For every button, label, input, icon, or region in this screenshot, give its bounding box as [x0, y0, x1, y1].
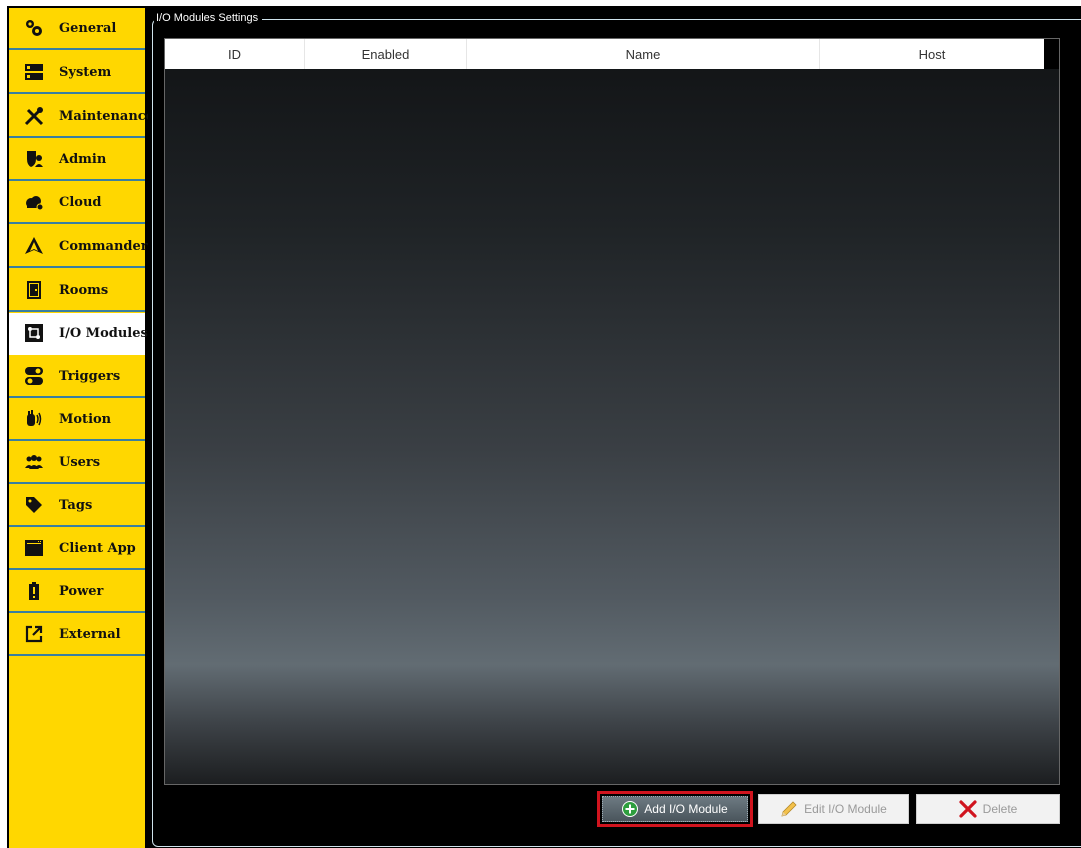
group-title: I/O Modules Settings	[154, 11, 263, 27]
column-header-name[interactable]: Name	[467, 39, 820, 69]
sidebar-item-label: Tags	[59, 497, 93, 513]
io-modules-table[interactable]: ID Enabled Name Host	[164, 38, 1060, 785]
server-icon	[23, 61, 45, 83]
sidebar-item-users[interactable]: Users	[9, 442, 145, 484]
sidebar: General System Maintenance Admin Cloud C…	[9, 8, 154, 848]
column-header-host[interactable]: Host	[820, 39, 1045, 69]
sidebar-item-motion[interactable]: Motion	[9, 399, 145, 441]
sidebar-item-label: General	[59, 20, 117, 36]
sidebar-item-label: Maintenance	[59, 108, 154, 124]
sidebar-item-maintenance[interactable]: Maintenance	[9, 96, 154, 138]
delete-button[interactable]: Delete	[916, 794, 1060, 824]
sidebar-item-io-modules[interactable]: I/O Modules	[9, 313, 148, 355]
column-header-enabled[interactable]: Enabled	[305, 39, 467, 69]
io-module-icon	[23, 322, 45, 344]
add-io-module-label: Add I/O Module	[644, 802, 728, 816]
sidebar-item-label: System	[59, 64, 112, 80]
cloud-icon	[23, 191, 45, 213]
sidebar-item-external[interactable]: External	[9, 614, 145, 656]
toggle-icon	[23, 365, 45, 387]
table-header: ID Enabled Name Host	[165, 39, 1045, 69]
plus-circle-icon	[622, 801, 639, 817]
sidebar-item-client-app[interactable]: Client App	[9, 528, 145, 570]
sidebar-item-label: Motion	[59, 411, 112, 427]
edit-io-module-button[interactable]: Edit I/O Module	[758, 794, 909, 824]
sidebar-item-cloud[interactable]: Cloud	[9, 182, 145, 224]
column-header-id[interactable]: ID	[165, 39, 305, 69]
sidebar-item-power[interactable]: Power	[9, 571, 145, 613]
sidebar-item-commander[interactable]: Commander	[9, 226, 148, 268]
sidebar-item-label: Rooms	[59, 282, 109, 298]
motion-hand-icon	[23, 408, 45, 430]
sidebar-item-system[interactable]: System	[9, 52, 145, 94]
tag-icon	[23, 494, 45, 516]
admin-shield-icon	[23, 148, 45, 170]
sidebar-item-label: I/O Modules	[59, 325, 148, 341]
sidebar-item-label: Admin	[59, 151, 107, 167]
sidebar-item-label: Client App	[59, 540, 136, 556]
sidebar-item-label: Cloud	[59, 194, 102, 210]
delete-x-icon	[959, 800, 977, 818]
sidebar-item-label: External	[59, 626, 121, 642]
add-io-module-button-face: Add I/O Module	[602, 796, 748, 822]
users-icon	[23, 451, 45, 473]
sidebar-item-label: Triggers	[59, 368, 121, 384]
sidebar-item-label: Users	[59, 454, 101, 470]
add-io-module-button[interactable]: Add I/O Module	[597, 791, 753, 827]
pencil-icon	[780, 800, 798, 818]
sidebar-item-rooms[interactable]: Rooms	[9, 270, 145, 312]
tools-icon	[23, 105, 45, 127]
battery-icon	[23, 580, 45, 602]
sidebar-item-admin[interactable]: Admin	[9, 139, 145, 181]
sidebar-item-general[interactable]: General	[9, 8, 145, 50]
edit-io-module-label: Edit I/O Module	[804, 802, 887, 816]
door-icon	[23, 279, 45, 301]
scrollbar-gap	[1044, 39, 1059, 69]
commander-icon	[23, 235, 45, 257]
app-window-icon	[23, 537, 45, 559]
external-link-icon	[23, 623, 45, 645]
sidebar-item-label: Power	[59, 583, 104, 599]
delete-label: Delete	[982, 802, 1018, 816]
gears-icon	[23, 17, 45, 39]
sidebar-item-tags[interactable]: Tags	[9, 485, 145, 527]
sidebar-item-triggers[interactable]: Triggers	[9, 356, 145, 398]
sidebar-item-label: Commander	[59, 238, 148, 254]
